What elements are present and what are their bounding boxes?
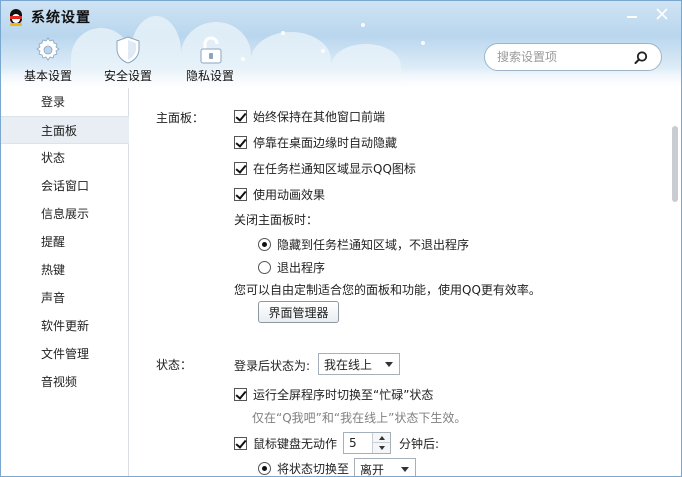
chevron-down-icon xyxy=(401,467,409,472)
close-icon xyxy=(656,8,668,20)
interface-manager-button[interactable]: 界面管理器 xyxy=(258,301,339,323)
option-label: 运行全屏程序时切换至“忙碌”状态 xyxy=(253,388,434,402)
checkbox[interactable] xyxy=(234,388,247,401)
dropdown-value: 离开 xyxy=(360,462,385,477)
sidebar-item-status[interactable]: 状态 xyxy=(1,144,129,172)
settings-content: 主面板： 始终保持在其他窗口前端 停靠在桌面边缘时自动隐藏 在任务栏通知区域显示… xyxy=(130,88,668,477)
stepper-up-button[interactable] xyxy=(372,433,390,443)
option-auto-hide[interactable]: 停靠在桌面边缘时自动隐藏 xyxy=(234,134,397,151)
idle-minutes-stepper[interactable]: 5 xyxy=(343,432,391,454)
main-panel-section-label: 主面板： xyxy=(156,111,205,125)
sidebar-item-hotkeys[interactable]: 热键 xyxy=(1,256,129,284)
option-tray-icon[interactable]: 在任务栏通知区域显示QQ图标 xyxy=(234,160,416,177)
snowflake xyxy=(321,49,325,53)
radio-exit-program[interactable]: 退出程序 xyxy=(258,259,325,276)
after-login-status-label: 登录后状态为: xyxy=(234,359,311,373)
sidebar-item-chat-window[interactable]: 会话窗口 xyxy=(1,172,129,200)
option-label: 在任务栏通知区域显示QQ图标 xyxy=(253,162,416,176)
shield-icon xyxy=(111,35,145,65)
minimize-icon xyxy=(627,16,637,18)
lock-icon xyxy=(193,35,227,65)
radio-hide-to-tray[interactable]: 隐藏到任务栏通知区域，不退出程序 xyxy=(258,236,469,253)
tab-basic-settings[interactable]: 基本设置 xyxy=(13,35,83,85)
sidebar-item-reminder[interactable]: 提醒 xyxy=(1,228,129,256)
close-button[interactable] xyxy=(649,5,675,23)
header-banner: 系统设置 基本设置 安全设置 隐私设置 搜索设置项 xyxy=(1,1,681,88)
dropdown-value: 我在线上 xyxy=(324,357,373,372)
radio-label: 隐藏到任务栏通知区域，不退出程序 xyxy=(277,238,470,252)
title-bar: 系统设置 xyxy=(7,7,91,27)
gear-icon xyxy=(31,35,65,65)
option-label: 使用动画效果 xyxy=(253,188,326,202)
content-scrollbar[interactable] xyxy=(668,88,681,476)
sidebar-item-software-update[interactable]: 软件更新 xyxy=(1,312,129,340)
stepper-value: 5 xyxy=(349,436,357,450)
checkbox[interactable] xyxy=(234,437,247,450)
stepper-down-button[interactable] xyxy=(372,443,390,453)
search-box[interactable] xyxy=(484,43,662,71)
option-label: 停靠在桌面边缘时自动隐藏 xyxy=(253,136,398,150)
option-always-on-top[interactable]: 始终保持在其他窗口前端 xyxy=(234,108,385,125)
minimize-button[interactable] xyxy=(619,5,645,23)
radio-button[interactable] xyxy=(258,462,271,475)
window-title: 系统设置 xyxy=(31,10,91,26)
qq-penguin-icon xyxy=(7,8,25,26)
customize-hint: 您可以自由定制适合您的面板和功能，使用QQ更有效率。 xyxy=(234,283,541,297)
close-panel-label: 关闭主面板时： xyxy=(234,213,319,227)
radio-button[interactable] xyxy=(258,238,271,251)
snowflake xyxy=(361,23,365,27)
idle-suffix-label: 分钟后: xyxy=(399,437,440,451)
sidebar-item-login[interactable]: 登录 xyxy=(1,88,129,116)
checkbox[interactable] xyxy=(234,162,247,175)
sidebar-item-sound[interactable]: 声音 xyxy=(1,284,129,312)
radio-label: 退出程序 xyxy=(277,261,326,275)
sidebar-item-info-display[interactable]: 信息展示 xyxy=(1,200,129,228)
checkbox[interactable] xyxy=(234,188,247,201)
option-label: 鼠标键盘无动作 xyxy=(253,437,338,451)
tab-label: 安全设置 xyxy=(103,69,152,83)
tab-security-settings[interactable]: 安全设置 xyxy=(93,35,163,85)
search-icon[interactable] xyxy=(633,50,649,66)
option-animation[interactable]: 使用动画效果 xyxy=(234,186,325,203)
option-label: 始终保持在其他窗口前端 xyxy=(253,110,386,124)
option-idle[interactable]: 鼠标键盘无动作 xyxy=(234,435,337,452)
radio-button[interactable] xyxy=(258,261,271,274)
snowflake xyxy=(281,31,285,35)
sidebar-item-file-management[interactable]: 文件管理 xyxy=(1,340,129,368)
settings-window: 系统设置 基本设置 安全设置 隐私设置 搜索设置项 登录 主面板 状态 会话窗口… xyxy=(0,0,682,477)
triangle-down-icon xyxy=(378,446,385,450)
tab-label: 基本设置 xyxy=(23,69,72,83)
option-fullscreen-busy[interactable]: 运行全屏程序时切换至“忙碌”状态 xyxy=(234,386,433,403)
status-section-label: 状态： xyxy=(156,358,193,372)
fullscreen-hint: 仅在“Q我吧”和“我在线上”状态下生效。 xyxy=(252,411,467,425)
sidebar-item-main-panel[interactable]: 主面板 xyxy=(1,116,129,144)
switch-status-dropdown[interactable]: 离开 xyxy=(354,458,416,477)
tab-label: 隐私设置 xyxy=(185,69,234,83)
chevron-down-icon xyxy=(385,362,393,367)
radio-switch-status[interactable]: 将状态切换至 xyxy=(258,460,350,476)
sidebar-item-audio-video[interactable]: 音视频 xyxy=(1,368,129,396)
scrollbar-thumb[interactable] xyxy=(672,126,678,202)
checkbox[interactable] xyxy=(234,136,247,149)
triangle-up-icon xyxy=(378,435,385,440)
after-login-status-dropdown[interactable]: 我在线上 xyxy=(318,353,400,375)
search-input[interactable] xyxy=(497,49,627,65)
tab-privacy-settings[interactable]: 隐私设置 xyxy=(175,35,245,85)
checkbox[interactable] xyxy=(234,110,247,123)
radio-label: 将状态切换至 xyxy=(277,462,350,476)
snowflake xyxy=(421,41,425,45)
sidebar: 登录 主面板 状态 会话窗口 信息展示 提醒 热键 声音 软件更新 文件管理 音… xyxy=(1,88,129,476)
